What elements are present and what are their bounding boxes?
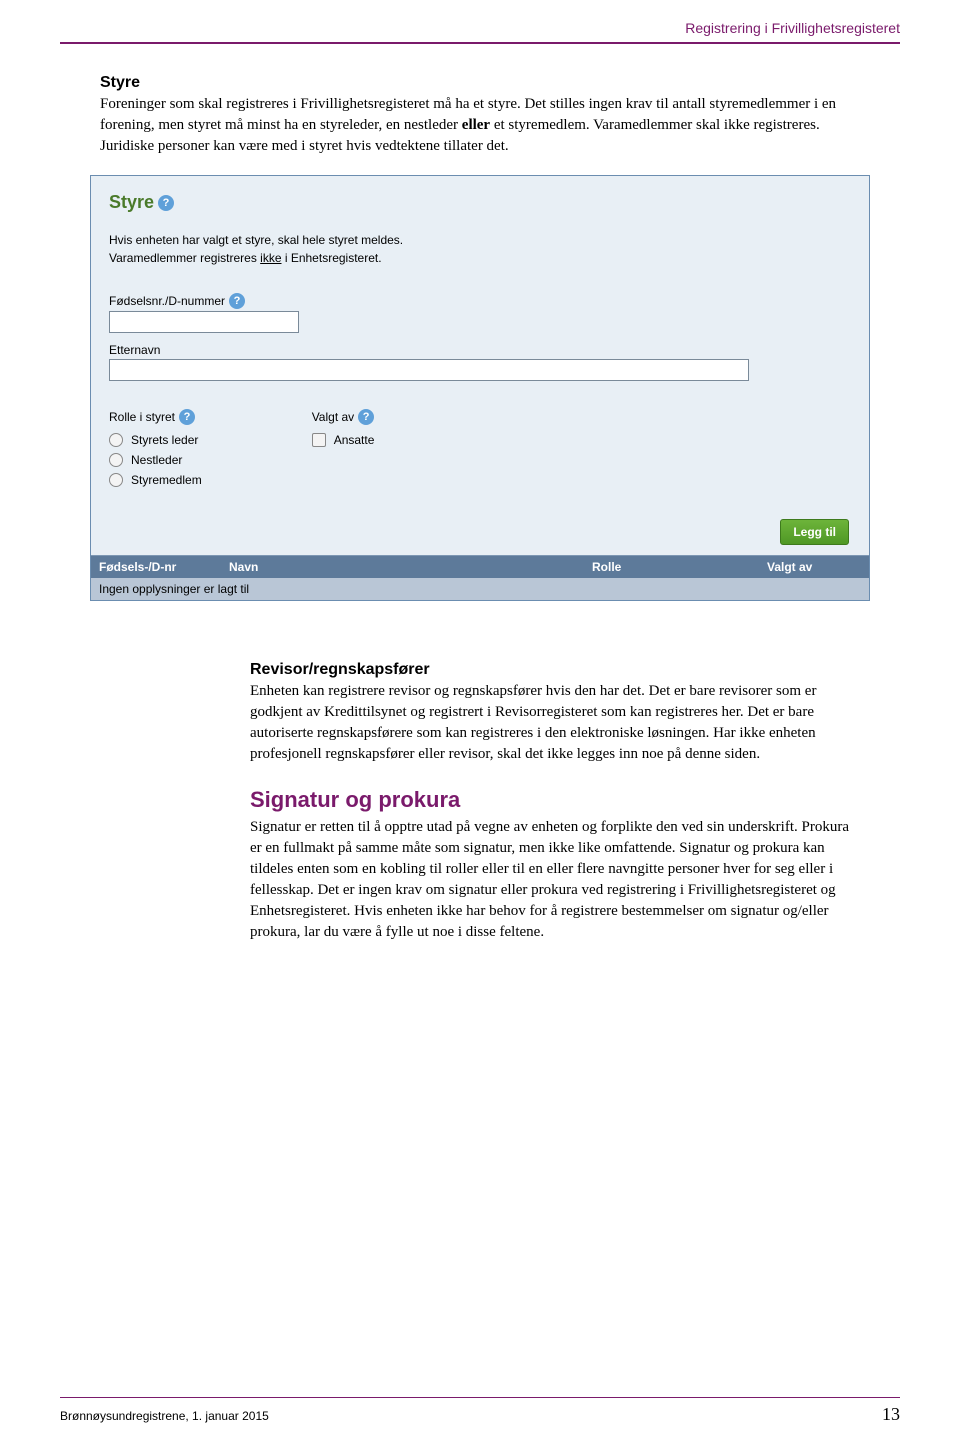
body-signatur: Signatur er retten til å opptre utad på …: [250, 817, 860, 943]
radio-icon: [109, 473, 123, 487]
radio-styrets-leder[interactable]: Styrets leder: [109, 433, 202, 447]
etternavn-input[interactable]: [109, 359, 749, 381]
footer-left: Brønnøysundregistrene, 1. januar 2015: [60, 1409, 269, 1423]
label-valgt-av: Valgt av ?: [312, 409, 374, 425]
section-styre: Styre Foreninger som skal registreres i …: [100, 74, 860, 157]
label-fodselsnr: Fødselsnr./D-nummer ?: [109, 293, 245, 309]
radio-styremedlem[interactable]: Styremedlem: [109, 473, 202, 487]
body-styre: Foreninger som skal registreres i Frivil…: [100, 94, 860, 157]
th-rolle: Rolle: [584, 556, 759, 578]
help-icon[interactable]: ?: [158, 195, 174, 211]
heading-signatur: Signatur og prokura: [250, 787, 860, 813]
label-etternavn: Etternavn: [109, 343, 160, 357]
radio-icon: [109, 453, 123, 467]
radio-icon: [109, 433, 123, 447]
label-rolle: Rolle i styret ?: [109, 409, 195, 425]
checkbox-ansatte[interactable]: Ansatte: [312, 433, 375, 447]
section-signatur: Signatur og prokura Signatur er retten t…: [250, 787, 860, 943]
th-valgt-av: Valgt av: [759, 556, 869, 578]
table-empty-row: Ingen opplysninger er lagt til: [91, 578, 869, 600]
section-revisor: Revisor/regnskapsfører Enheten kan regis…: [250, 661, 860, 765]
checkbox-icon: [312, 433, 326, 447]
th-fodsels: Fødsels-/D-nr: [91, 556, 221, 578]
rolle-group: Rolle i styret ? Styrets leder Nestleder…: [109, 409, 202, 493]
page-content: Styre Foreninger som skal registreres i …: [0, 44, 960, 981]
valgt-av-group: Valgt av ? Ansatte: [312, 409, 375, 493]
table-header: Fødsels-/D-nr Navn Rolle Valgt av: [91, 555, 869, 578]
page-footer: Brønnøysundregistrene, 1. januar 2015 13: [60, 1397, 900, 1425]
running-header: Registrering i Frivillighetsregisteret: [0, 0, 960, 42]
styre-form: Styre ? Hvis enheten har valgt et styre,…: [90, 175, 870, 601]
help-icon[interactable]: ?: [229, 293, 245, 309]
form-title: Styre ?: [109, 192, 174, 213]
button-row: Legg til: [91, 493, 869, 555]
fodselsnr-input[interactable]: [109, 311, 299, 333]
help-icon[interactable]: ?: [179, 409, 195, 425]
th-navn: Navn: [221, 556, 584, 578]
radio-nestleder[interactable]: Nestleder: [109, 453, 202, 467]
body-revisor: Enheten kan registrere revisor og regnsk…: [250, 681, 860, 765]
page-number: 13: [882, 1404, 900, 1425]
running-title: Registrering i Frivillighetsregisteret: [685, 20, 900, 36]
heading-styre: Styre: [100, 74, 860, 92]
footer-rule: [60, 1397, 900, 1398]
help-icon[interactable]: ?: [358, 409, 374, 425]
add-button[interactable]: Legg til: [780, 519, 849, 545]
indented-sections: Revisor/regnskapsfører Enheten kan regis…: [100, 661, 860, 943]
heading-revisor: Revisor/regnskapsfører: [250, 661, 860, 679]
form-intro: Hvis enheten har valgt et styre, skal he…: [109, 231, 851, 267]
